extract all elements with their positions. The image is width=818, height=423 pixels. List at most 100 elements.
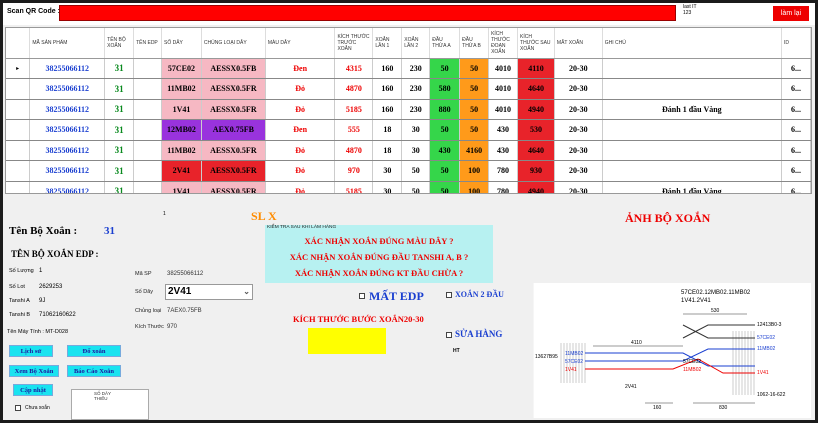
cell-id[interactable]: 6... (781, 140, 811, 161)
cell-chungloai[interactable]: AESSX0.5FR (201, 78, 266, 100)
cell-l1[interactable]: 18 (372, 119, 403, 141)
missing-wire-table[interactable]: SỐ DÂY THIẾU (71, 389, 149, 420)
cell-dx[interactable]: 430 (488, 140, 519, 161)
table-row[interactable]: 38255066112 31 11MB02 AESSX0.5FR Đỏ 4870 18 30 4… (6, 140, 811, 161)
cell-ma[interactable]: 38255066112 (29, 58, 106, 79)
cell-edp[interactable] (133, 58, 162, 79)
cell-kt_sau[interactable]: 4110 (517, 58, 555, 79)
cell-sel[interactable] (6, 160, 31, 182)
cell-mau[interactable]: Đen (265, 58, 336, 79)
cell-a[interactable]: 50 (429, 181, 461, 193)
cell-l2[interactable]: 230 (401, 99, 431, 120)
cell-mau[interactable]: Đỏ (265, 140, 336, 161)
table-row[interactable]: 38255066112 31 1V41 AESSX0.5FR Đỏ 5185 30 50 50 1… (6, 181, 811, 193)
lich-su-button[interactable]: Lịch sử (9, 345, 53, 357)
cell-dx[interactable]: 430 (488, 119, 519, 141)
cell-mat[interactable]: 20-30 (554, 140, 603, 161)
mat-edp-checkbox[interactable] (359, 293, 365, 299)
cell-ghichu[interactable]: Đánh 1 đầu Vàng (602, 99, 782, 120)
cell-kt_truoc[interactable]: 4315 (334, 58, 374, 79)
chua-xoan-checkbox[interactable] (15, 405, 21, 411)
cell-id[interactable]: 6... (781, 160, 811, 182)
col-header[interactable] (6, 28, 31, 59)
col-header[interactable]: MÃ SẢN PHẨM (29, 28, 106, 59)
cell-mau[interactable]: Đỏ (265, 181, 336, 193)
cell-mau[interactable]: Đỏ (265, 160, 336, 182)
cell-kt_sau[interactable]: 4940 (517, 99, 555, 120)
refresh-button[interactable]: làm lại (773, 6, 809, 21)
cell-a[interactable]: 50 (429, 160, 461, 182)
cell-l2[interactable]: 50 (401, 181, 431, 193)
col-header[interactable]: KÍCH THƯỚC TRƯỚC XOẮN (334, 28, 374, 59)
cell-kt_sau[interactable]: 4940 (517, 181, 555, 193)
col-header[interactable]: TÊN BỘ XOẮN (104, 28, 135, 59)
cell-sel[interactable] (6, 119, 31, 141)
cell-soday[interactable]: 2V41 (161, 160, 202, 182)
xem-bo-xoan-button[interactable]: Xem Bộ Xoắn (9, 365, 59, 377)
cell-mat[interactable]: 20-30 (554, 58, 603, 79)
col-header[interactable]: SỐ DÂY (161, 28, 202, 59)
col-header[interactable]: XOẮN LẦN 1 (372, 28, 403, 59)
scan-qr-input[interactable] (59, 5, 676, 21)
cell-mat[interactable]: 20-30 (554, 119, 603, 141)
cell-l1[interactable]: 30 (372, 160, 403, 182)
cell-edp[interactable] (133, 78, 162, 100)
col-header[interactable]: TÊN EDP (133, 28, 162, 59)
col-header[interactable]: MẮT XOẮN (554, 28, 603, 59)
cell-kt_sau[interactable]: 4640 (517, 140, 555, 161)
cell-b[interactable]: 50 (459, 99, 490, 120)
cell-dx[interactable]: 4010 (488, 99, 519, 120)
col-header[interactable]: ĐẦU THỪA A (429, 28, 461, 59)
table-row[interactable]: 38255066112 31 11MB02 AESSX0.5FR Đỏ 4870 160 23… (6, 78, 811, 100)
cell-l1[interactable]: 160 (372, 99, 403, 120)
cell-edp[interactable] (133, 119, 162, 141)
cell-kt_truoc[interactable]: 5185 (334, 99, 374, 120)
col-header[interactable]: ID (781, 28, 811, 59)
cell-edp[interactable] (133, 181, 162, 193)
table-row[interactable]: 38255066112 31 2V41 AESSX0.5FR Đỏ 970 30 50 50 10… (6, 160, 811, 182)
cell-kt_truoc[interactable]: 970 (334, 160, 374, 182)
cell-l1[interactable]: 18 (372, 140, 403, 161)
cell-sel[interactable] (6, 78, 31, 100)
cell-l2[interactable]: 230 (401, 58, 431, 79)
cell-tbx[interactable]: 31 (104, 78, 135, 100)
cell-sel[interactable] (6, 140, 31, 161)
cell-a[interactable]: 880 (429, 99, 461, 120)
cell-ma[interactable]: 38255066112 (29, 140, 106, 161)
cell-tbx[interactable]: 31 (104, 119, 135, 141)
cell-ma[interactable]: 38255066112 (29, 78, 106, 100)
table-row[interactable]: 38255066112 31 12MB02 AEX0.75FB Đen 555 18 30 50… (6, 119, 811, 141)
cell-id[interactable]: 6... (781, 78, 811, 100)
cell-soday[interactable]: 1V41 (161, 181, 202, 193)
cell-edp[interactable] (133, 160, 162, 182)
cell-l2[interactable]: 230 (401, 78, 431, 100)
cell-soday[interactable]: 11MB02 (161, 78, 202, 100)
cell-id[interactable]: 6... (781, 119, 811, 141)
cell-l1[interactable]: 30 (372, 181, 403, 193)
cell-ma[interactable]: 38255066112 (29, 119, 106, 141)
cell-soday[interactable]: 1V41 (161, 99, 202, 120)
cell-b[interactable]: 50 (459, 78, 490, 100)
cell-dx[interactable]: 780 (488, 160, 519, 182)
cell-ma[interactable]: 38255066112 (29, 160, 106, 182)
cell-soday[interactable]: 57CE02 (161, 58, 202, 79)
cell-b[interactable]: 50 (459, 119, 490, 141)
cell-ghichu[interactable] (602, 58, 782, 79)
cell-b[interactable]: 50 (459, 58, 490, 79)
cell-ma[interactable]: 38255066112 (29, 181, 106, 193)
cell-ghichu[interactable] (602, 78, 782, 100)
cell-kt_sau[interactable]: 4640 (517, 78, 555, 100)
table-row[interactable]: ▸ 38255066112 31 57CE02 AESSX0.5FB Đen 4315 160… (6, 58, 811, 79)
cell-l2[interactable]: 30 (401, 140, 431, 161)
col-header[interactable]: CHỦNG LOẠI DÂY (201, 28, 266, 59)
col-header[interactable]: KÍCH THƯỚC ĐOẠN XOẮN (488, 28, 519, 59)
do-xoan-button[interactable]: Đổ xoắn (67, 345, 121, 357)
cell-mat[interactable]: 20-30 (554, 181, 603, 193)
cell-mau[interactable]: Đỏ (265, 78, 336, 100)
cell-sel[interactable] (6, 181, 31, 193)
cell-id[interactable]: 6... (781, 99, 811, 120)
cell-chungloai[interactable]: AESSX0.5FR (201, 181, 266, 193)
cell-kt_sau[interactable]: 530 (517, 119, 555, 141)
cell-dx[interactable]: 4010 (488, 58, 519, 79)
cell-tbx[interactable]: 31 (104, 140, 135, 161)
